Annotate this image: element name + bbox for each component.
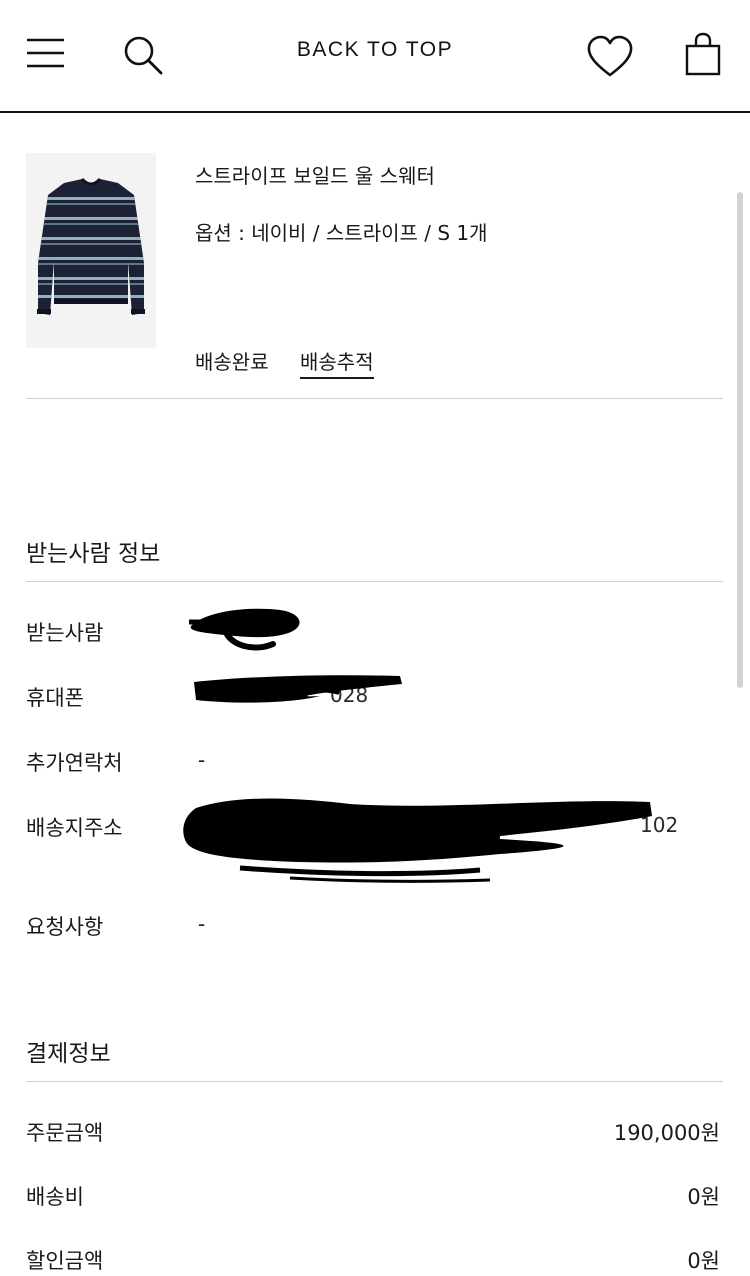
product-divider: [26, 398, 723, 399]
redaction-mark-phone: [194, 675, 402, 703]
recipient-divider: [26, 581, 723, 582]
request-value: -: [198, 912, 206, 936]
product-name[interactable]: 스트라이프 보일드 울 스웨터: [195, 160, 435, 189]
address-label: 배송지주소: [26, 816, 123, 840]
recipient-section-title: 받는사람 정보: [26, 541, 161, 567]
top-header: BACK TO TOP: [0, 0, 750, 113]
menu-icon[interactable]: [26, 36, 66, 70]
discount-label: 할인금액: [26, 1249, 104, 1273]
sweater-image: [26, 153, 156, 348]
shipping-fee-value: 0원: [687, 1185, 720, 1209]
search-icon[interactable]: [122, 34, 164, 76]
extra-contact-label: 추가연락처: [26, 751, 123, 775]
phone-visible-fragment: 028: [330, 683, 369, 707]
track-delivery-link[interactable]: 배송추적: [300, 346, 374, 379]
discount-value: 0원: [687, 1249, 720, 1273]
bag-icon[interactable]: [684, 32, 722, 76]
product-option: 옵션 : 네이비 / 스트라이프 / S 1개: [195, 221, 488, 245]
phone-label: 휴대폰: [26, 686, 84, 710]
back-to-top-link[interactable]: BACK TO TOP: [250, 38, 500, 62]
order-amount-label: 주문금액: [26, 1121, 104, 1145]
recipient-name-label: 받는사람: [26, 621, 104, 645]
extra-contact-value: -: [198, 748, 206, 772]
scrollbar[interactable]: [737, 192, 743, 688]
request-label: 요청사항: [26, 915, 104, 939]
delivery-status: 배송완료: [195, 350, 269, 374]
order-amount-value: 190,000원: [613, 1121, 720, 1145]
redaction-mark-address: [183, 798, 652, 883]
shipping-fee-label: 배송비: [26, 1185, 84, 1209]
redaction-mark-name: [189, 608, 300, 651]
heart-icon[interactable]: [586, 34, 634, 78]
payment-divider: [26, 1081, 723, 1082]
product-thumbnail[interactable]: [26, 153, 156, 348]
address-visible-fragment: 102: [640, 813, 679, 837]
payment-section-title: 결제정보: [26, 1041, 111, 1067]
